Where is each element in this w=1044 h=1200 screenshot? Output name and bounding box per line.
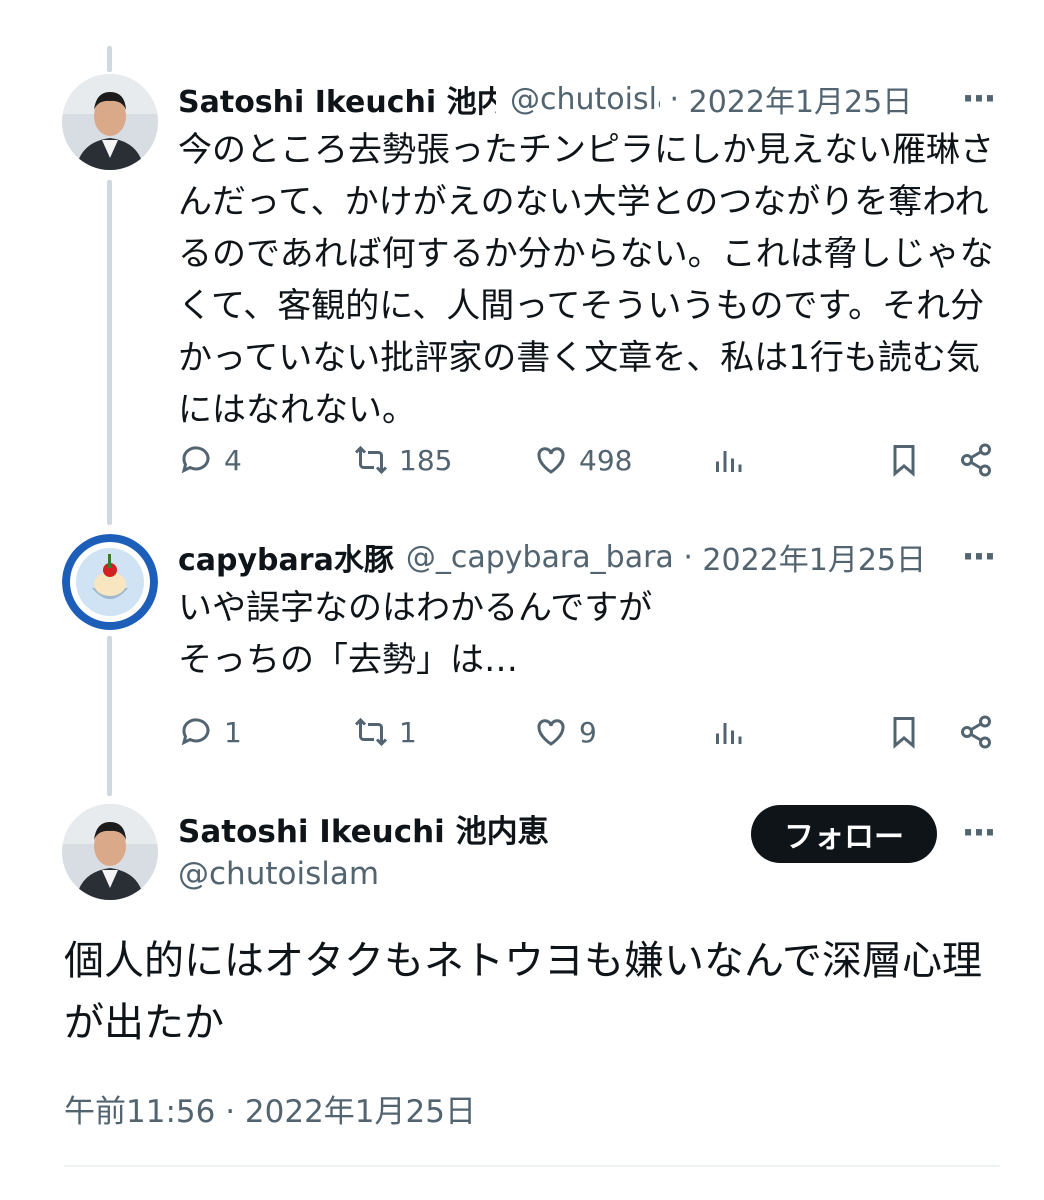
bookmark-icon: [893, 445, 915, 477]
tweet-actions: 1 1 9: [178, 708, 1008, 756]
avatar[interactable]: [62, 74, 158, 170]
retweet-count: 1: [399, 715, 417, 749]
bookmark-icon: [893, 717, 915, 749]
views-button[interactable]: [710, 708, 746, 756]
like-button[interactable]: 9: [533, 708, 597, 756]
like-count: 498: [579, 443, 633, 477]
like-icon: [537, 719, 565, 746]
reply-count: 1: [224, 715, 242, 749]
divider: [64, 1165, 1000, 1167]
main-tweet-text: 個人的にはオタクもネトウヨも嫌いなんで深層心理が出たか: [64, 938, 982, 1046]
share-button[interactable]: [958, 436, 994, 484]
follow-button[interactable]: フォロー: [751, 805, 937, 863]
separator: ·: [660, 81, 689, 117]
like-icon: [537, 447, 565, 474]
retweet-icon: [354, 717, 388, 747]
retweet-button[interactable]: 185: [353, 436, 452, 484]
tweet-header: capybara水豚 @_capybara_bara · 2022年1月25日: [178, 533, 948, 581]
reply-button[interactable]: 1: [178, 708, 242, 756]
reply-icon: [181, 718, 210, 746]
tweet-text: いや誤字なのはわかるんですが そっちの「去勢」は…: [178, 588, 653, 680]
tweet-timestamp[interactable]: 午前11:56 · 2022年1月25日: [64, 1086, 476, 1131]
retweet-icon: [354, 445, 388, 475]
more-icon[interactable]: ···: [958, 813, 998, 853]
avatar[interactable]: [62, 804, 158, 900]
author-handle[interactable]: @chutoislam: [178, 856, 379, 892]
avatar[interactable]: [62, 534, 158, 630]
more-icon[interactable]: ···: [958, 79, 998, 119]
retweet-count: 185: [399, 443, 453, 477]
more-icon[interactable]: ···: [958, 537, 998, 577]
views-button[interactable]: [710, 436, 746, 484]
tweet-date[interactable]: 2022年1月25日: [702, 535, 926, 579]
tweet-header: Satoshi Ikeuchi 池内恵 @chutoislam · 2022年1…: [178, 75, 948, 123]
author-name[interactable]: capybara水豚: [178, 535, 394, 579]
author-name[interactable]: Satoshi Ikeuchi 池内恵: [178, 806, 549, 851]
tweet-date[interactable]: 2022年1月25日: [689, 77, 913, 121]
like-button[interactable]: 498: [533, 436, 632, 484]
separator: ·: [673, 539, 703, 575]
bookmark-button[interactable]: [886, 708, 922, 756]
bookmark-button[interactable]: [886, 436, 922, 484]
views-icon: [716, 723, 742, 744]
reply-button[interactable]: 4: [178, 436, 242, 484]
retweet-button[interactable]: 1: [353, 708, 417, 756]
tweet-actions: 4 185 498: [178, 436, 1008, 484]
author-name[interactable]: Satoshi Ikeuchi 池内恵: [178, 77, 496, 121]
share-icon: [961, 443, 991, 477]
thread-line-top: [107, 46, 112, 72]
author-handle[interactable]: @chutoislam: [510, 82, 660, 117]
like-count: 9: [579, 715, 597, 749]
thread-line-1: [107, 180, 112, 525]
thread-line-2: [107, 636, 112, 796]
reply-count: 4: [224, 443, 242, 477]
reply-icon: [181, 446, 210, 474]
share-button[interactable]: [958, 708, 994, 756]
share-icon: [961, 715, 991, 749]
views-icon: [716, 451, 742, 472]
tweet-text: 今のところ去勢張ったチンピラにしか見えない雁琳さんだって、かけがえのない大学との…: [178, 130, 994, 430]
author-handle[interactable]: @_capybara_bara: [406, 540, 674, 575]
